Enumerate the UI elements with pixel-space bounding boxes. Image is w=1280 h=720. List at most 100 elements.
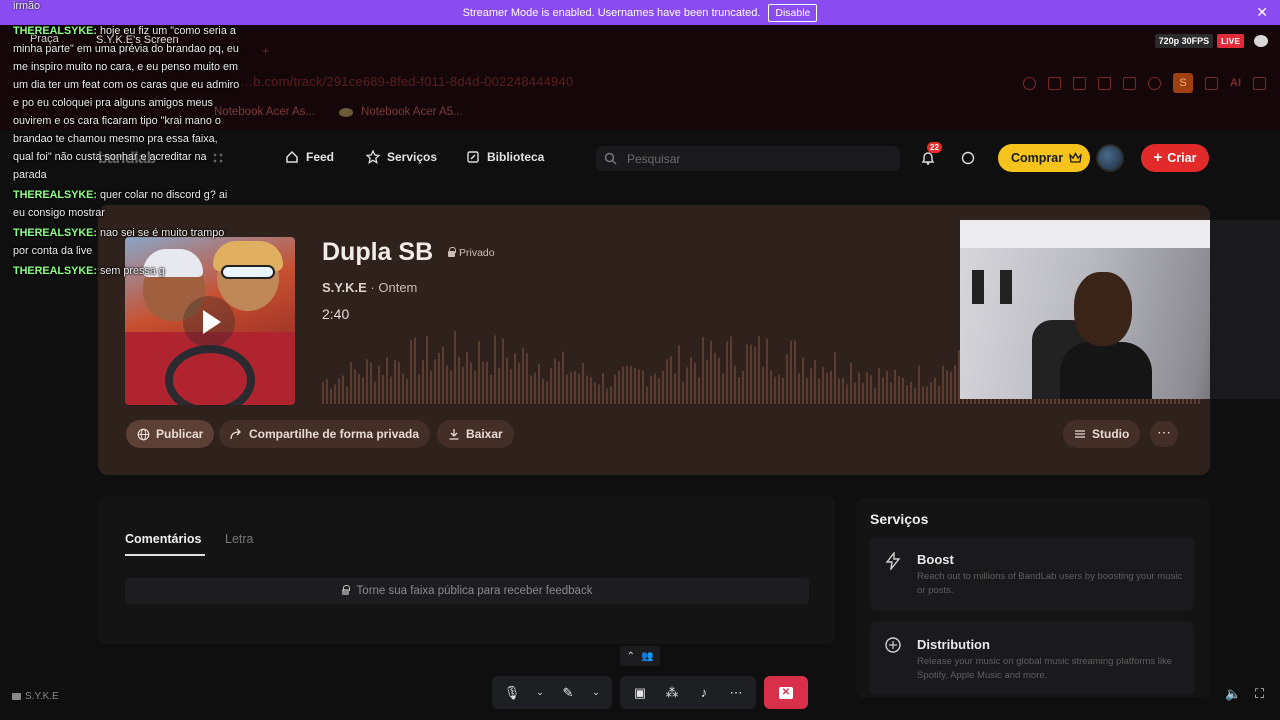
waveform-bar — [778, 374, 780, 404]
create-button[interactable]: + Criar — [1141, 144, 1209, 172]
chevron-down-icon[interactable]: ⌄ — [536, 685, 544, 701]
tab-letra[interactable]: Letra — [225, 532, 254, 546]
more-icon[interactable]: ⋯ — [728, 685, 744, 701]
waveform-bar — [410, 340, 412, 404]
waveform-bar — [714, 352, 716, 404]
play-icon[interactable] — [1123, 76, 1136, 90]
download-button[interactable]: Baixar — [437, 420, 514, 448]
waveform-bar — [722, 373, 724, 404]
publish-button[interactable]: Publicar — [126, 420, 215, 448]
waveform-bar — [650, 375, 652, 404]
waveform-bar — [518, 362, 520, 404]
waveform-bar — [334, 384, 336, 404]
buy-button[interactable]: Comprar — [998, 144, 1090, 172]
waveform-bar — [834, 352, 836, 404]
profile-button[interactable]: S — [1173, 73, 1193, 93]
waveform-bar — [382, 374, 384, 404]
microphone-icon[interactable]: 🎙 — [504, 685, 521, 701]
artist-link[interactable]: S.Y.K.E — [322, 280, 367, 295]
waveform-bar — [366, 359, 368, 404]
waveform-bar — [866, 372, 868, 404]
nav-feed[interactable]: Feed — [285, 150, 334, 164]
waveform-bar — [886, 371, 888, 404]
waveform-bar — [814, 359, 816, 404]
user-tag: S.Y.K.E — [12, 691, 59, 702]
waveform-bar — [566, 374, 568, 404]
screen-share-icon[interactable]: ▣ — [632, 685, 648, 701]
zoom-icon[interactable] — [1023, 76, 1036, 90]
waveform-bar — [810, 368, 812, 404]
waveform-bar — [758, 336, 760, 404]
notification-badge: 22 — [927, 142, 942, 153]
waveform-bar — [470, 362, 472, 404]
feedback-notice: Torne sua faixa pública para receber fee… — [125, 578, 809, 604]
bookmark-item[interactable]: Notebook Acer A5... — [339, 106, 463, 118]
waveform-bar — [878, 367, 880, 404]
soundboard-icon[interactable]: ♪ — [696, 685, 712, 701]
waveform-bar — [830, 370, 832, 404]
waveform-bar — [646, 386, 648, 404]
download-icon[interactable] — [1205, 76, 1218, 90]
chat-message: THEREALSYKE: quer colar no discord g? ai… — [13, 189, 228, 219]
ai-button[interactable]: AI — [1230, 77, 1241, 89]
waveform-bar — [418, 374, 420, 404]
chat-toggle-icon[interactable] — [1254, 35, 1268, 47]
studio-button[interactable]: Studio — [1063, 420, 1141, 448]
waveform-bar — [498, 367, 500, 404]
new-tab-button[interactable]: + — [262, 43, 270, 58]
waveform-bar — [394, 359, 396, 404]
waveform-bar — [806, 377, 808, 404]
menu-icon[interactable] — [1253, 76, 1266, 90]
waveform-bar — [490, 374, 492, 404]
waveform-bar — [882, 377, 884, 404]
waveform-bar — [698, 376, 700, 404]
waveform-bar — [710, 340, 712, 404]
waveform-bar — [762, 367, 764, 404]
expand-participants-button[interactable]: ⌃ 👥 — [620, 646, 660, 666]
discord-stream-view: Praça S.Y.K.E's Screen + …b.com/track/29… — [0, 0, 1280, 720]
shield-icon[interactable] — [1098, 76, 1111, 90]
disable-streamer-mode-button[interactable]: Disable — [768, 3, 818, 22]
streamer — [1060, 272, 1152, 399]
waveform-bar — [514, 353, 516, 404]
screenshot-icon[interactable] — [1073, 76, 1086, 90]
track-date: · Ontem — [370, 280, 418, 295]
webcam-shelf — [1210, 220, 1280, 399]
more-options-button[interactable]: ⋯ — [1150, 421, 1178, 447]
tab-comentarios[interactable]: Comentários — [125, 532, 201, 546]
pin-icon[interactable] — [1048, 76, 1061, 90]
nav-biblioteca[interactable]: Biblioteca — [466, 150, 544, 164]
wall-frame — [972, 270, 984, 304]
waveform-bar — [670, 356, 672, 404]
waveform-bar — [934, 377, 936, 404]
fullscreen-icon[interactable]: ⛶ — [1255, 686, 1269, 701]
messages-icon[interactable] — [961, 151, 975, 165]
avatar[interactable] — [1096, 144, 1124, 172]
waveform-bar — [594, 382, 596, 404]
waveform-bar — [526, 353, 528, 404]
share-private-button[interactable]: Compartilhe de forma privada — [219, 420, 431, 448]
camera-off-icon[interactable]: ✎ — [560, 685, 576, 701]
track-duration: 2:40 — [322, 306, 350, 322]
waveform-bar — [610, 386, 612, 404]
nav-servicos[interactable]: Serviços — [366, 150, 437, 164]
address-bar[interactable]: …b.com/track/291ce689-8fed-f011-8d4d-002… — [240, 74, 573, 89]
waveform-bar — [854, 382, 856, 404]
waveform-bar — [798, 372, 800, 404]
leave-call-button[interactable]: ✕ — [764, 676, 808, 709]
heart-icon[interactable] — [1148, 76, 1161, 90]
active-tab-indicator — [125, 554, 205, 556]
waveform-bar — [430, 370, 432, 404]
activities-icon[interactable]: ⁂ — [664, 685, 680, 701]
close-icon[interactable]: ✕ — [1256, 4, 1268, 21]
waveform-bar — [838, 378, 840, 404]
waveform-bar — [918, 365, 920, 404]
chevron-down-icon[interactable]: ⌄ — [592, 685, 600, 701]
search-input[interactable]: Pesquisar — [596, 146, 900, 171]
play-button[interactable] — [183, 296, 235, 348]
waveform-bar — [554, 358, 556, 404]
chat-message: THEREALSYKE: sem pressa g — [13, 265, 165, 277]
service-description: Release your music on global music strea… — [917, 656, 1173, 681]
waveform-bar — [862, 383, 864, 404]
volume-icon[interactable]: 🔈 — [1225, 686, 1241, 701]
